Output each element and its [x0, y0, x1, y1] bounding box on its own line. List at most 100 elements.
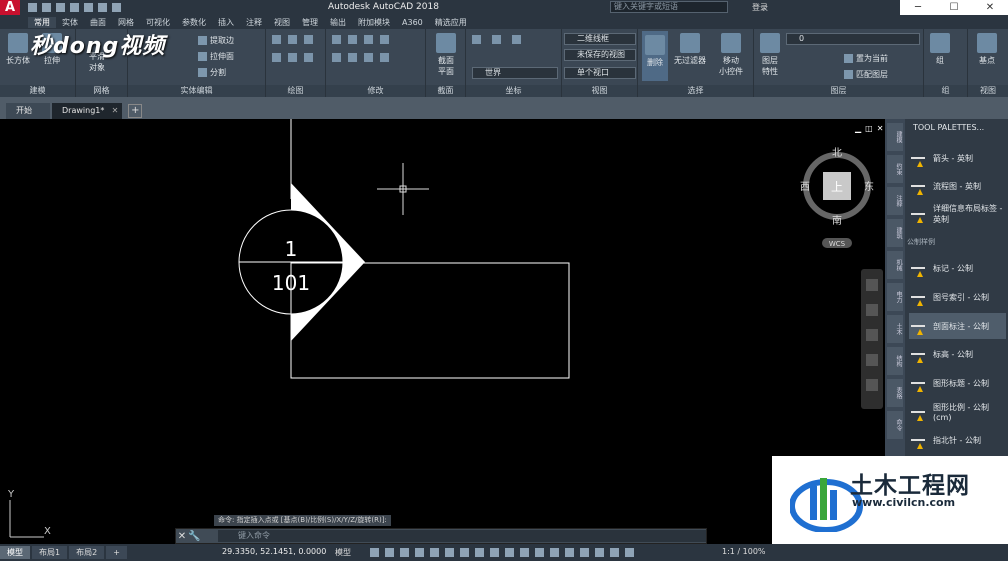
save-as-icon[interactable] [70, 3, 79, 12]
palette-title[interactable]: TOOL PALETTES... [905, 121, 1008, 135]
annotation-scale-icon[interactable] [610, 548, 619, 557]
layout-tab-model[interactable]: 模型 [0, 546, 30, 559]
open-file-icon[interactable] [42, 3, 51, 12]
palette-item-detail-label-imperial[interactable]: 详细信息布局标签 - 英制 [909, 201, 1006, 227]
undo-icon[interactable] [98, 3, 107, 12]
transparency-icon[interactable] [490, 548, 499, 557]
palette-item-drawing-index-metric[interactable]: 图号索引 - 公制 [909, 284, 1006, 310]
layer-dropdown[interactable]: 0 [786, 33, 920, 45]
palette-tab-command[interactable]: 命令 [887, 411, 903, 439]
lineweight-icon[interactable] [475, 548, 484, 557]
palette-item-arrow-imperial[interactable]: 箭头 - 英制 [909, 145, 1006, 171]
scale-icon[interactable] [380, 53, 389, 62]
annotation-visibility-icon[interactable] [580, 548, 589, 557]
tab-start[interactable]: 开始 [6, 103, 50, 119]
panel-label-draw[interactable]: 绘图 [266, 85, 325, 97]
ribbon-tab-visualize[interactable]: 可视化 [140, 17, 176, 28]
redo-icon[interactable] [112, 3, 121, 12]
model-space-toggle[interactable]: 模型 [335, 547, 351, 558]
panel-label-coordinates[interactable]: 坐标 [466, 85, 561, 97]
ribbon-tab-parametric[interactable]: 参数化 [176, 17, 212, 28]
saved-view-dropdown[interactable]: 未保存的视图 [564, 49, 636, 61]
panel-label-selection[interactable]: 选择 [638, 85, 753, 97]
layer-properties-button[interactable]: 图层 特性 [758, 33, 782, 77]
isodraft-icon[interactable] [430, 548, 439, 557]
compass-north[interactable]: 北 [832, 147, 842, 159]
fillet-icon[interactable] [348, 53, 357, 62]
ribbon-tab-home[interactable]: 常用 [28, 16, 56, 28]
rectangle-icon[interactable] [288, 53, 297, 62]
mirror-icon[interactable] [332, 53, 341, 62]
delete-button[interactable]: 删除 [642, 31, 668, 81]
palette-item-north-arrow-metric[interactable]: 指北针 - 公制 [909, 427, 1006, 453]
ribbon-tab-insert[interactable]: 插入 [212, 17, 240, 28]
panel-label-mesh[interactable]: 网格 [76, 85, 127, 97]
layout-tab-layout1[interactable]: 布局1 [32, 546, 68, 559]
section-plane-button[interactable]: 截面 平面 [430, 33, 462, 77]
tab-close-icon[interactable]: ✕ [112, 103, 119, 119]
panel-label-modify[interactable]: 修改 [326, 85, 425, 97]
compass-west[interactable]: 西 [800, 182, 810, 193]
selection-filter-icon[interactable] [550, 548, 559, 557]
ribbon-tab-output[interactable]: 输出 [324, 17, 352, 28]
ribbon-tab-annotate[interactable]: 注释 [240, 17, 268, 28]
auto-scale-icon[interactable] [595, 548, 604, 557]
tab-drawing1[interactable]: Drawing1* ✕ [52, 103, 123, 119]
object-snap-tracking-icon[interactable] [445, 548, 454, 557]
steering-wheel-icon[interactable] [866, 279, 878, 291]
application-menu-button[interactable]: A [0, 0, 20, 15]
ribbon-tab-a360[interactable]: A360 [396, 18, 429, 27]
move-gizmo-button[interactable]: 移动 小控件 [714, 33, 748, 77]
palette-tab-annotation[interactable]: 注释 [887, 187, 903, 215]
selection-cycling-icon[interactable] [505, 548, 514, 557]
arc-icon[interactable] [272, 53, 281, 62]
layout-tab-layout2[interactable]: 布局2 [69, 546, 105, 559]
palette-tab-mechanical[interactable]: 机械 [887, 251, 903, 279]
panel-label-solid-edit[interactable]: 实体编辑 [128, 85, 265, 97]
split-button[interactable]: 分割 [198, 67, 226, 78]
zoom-icon[interactable] [866, 329, 878, 341]
gizmo-toggle-icon[interactable] [565, 548, 574, 557]
extract-edges-button[interactable]: 提取边 [198, 35, 234, 46]
palette-item-drawing-title-metric[interactable]: 图形标题 - 公制 [909, 370, 1006, 396]
showmotion-icon[interactable] [866, 379, 878, 391]
palette-item-elevation-metric[interactable]: 标高 - 公制 [909, 341, 1006, 367]
layout-tab-add[interactable]: + [106, 546, 127, 559]
viewport-minimize-icon[interactable]: ▁ [855, 124, 861, 133]
palette-item-tag-metric[interactable]: 标记 - 公制 [909, 255, 1006, 281]
circle-icon[interactable] [304, 35, 313, 44]
panel-label-section[interactable]: 截面 [426, 85, 465, 97]
plot-icon[interactable] [84, 3, 93, 12]
rotate-icon[interactable] [348, 35, 357, 44]
base-view-button[interactable]: 基点 [972, 33, 1002, 66]
save-icon[interactable] [56, 3, 65, 12]
panel-label-modeling[interactable]: 建模 [0, 85, 75, 97]
ribbon-tab-featured-apps[interactable]: 精选应用 [429, 17, 473, 28]
ortho-icon[interactable] [400, 548, 409, 557]
panel-label-layers[interactable]: 图层 [754, 85, 923, 97]
copy-icon[interactable] [380, 35, 389, 44]
ucs-origin-icon[interactable] [492, 35, 501, 44]
command-customize-icon[interactable]: 🔧 [188, 531, 200, 542]
palette-tab-constraints[interactable]: 约束 [887, 155, 903, 183]
pan-icon[interactable] [866, 304, 878, 316]
line-icon[interactable] [272, 35, 281, 44]
viewport-close-icon[interactable]: ✕ [877, 124, 884, 133]
ucs-view-icon[interactable] [512, 35, 521, 44]
panel-label-view-2[interactable]: 视图 [968, 85, 1008, 97]
match-layer-button[interactable]: 匹配图层 [844, 69, 888, 80]
snap-icon[interactable] [385, 548, 394, 557]
palette-item-flowchart-imperial[interactable]: 流程图 - 英制 [909, 173, 1006, 199]
command-close-icon[interactable]: ✕ [176, 531, 188, 542]
viewport-config-dropdown[interactable]: 单个视口 [564, 67, 636, 79]
polyline-icon[interactable] [288, 35, 297, 44]
group-button[interactable]: 组 [928, 33, 952, 66]
ribbon-tab-view[interactable]: 视图 [268, 17, 296, 28]
ribbon-tab-mesh[interactable]: 网格 [112, 17, 140, 28]
extrude-faces-button[interactable]: 拉伸面 [198, 51, 234, 62]
ucs-world-dropdown[interactable]: 世界 [472, 67, 558, 79]
polar-icon[interactable] [415, 548, 424, 557]
no-filter-button[interactable]: 无过滤器 [672, 33, 708, 66]
annotation-scale-readout[interactable]: 1:1 / 100% [722, 547, 766, 556]
palette-tab-modeling[interactable]: 建模 [887, 123, 903, 151]
